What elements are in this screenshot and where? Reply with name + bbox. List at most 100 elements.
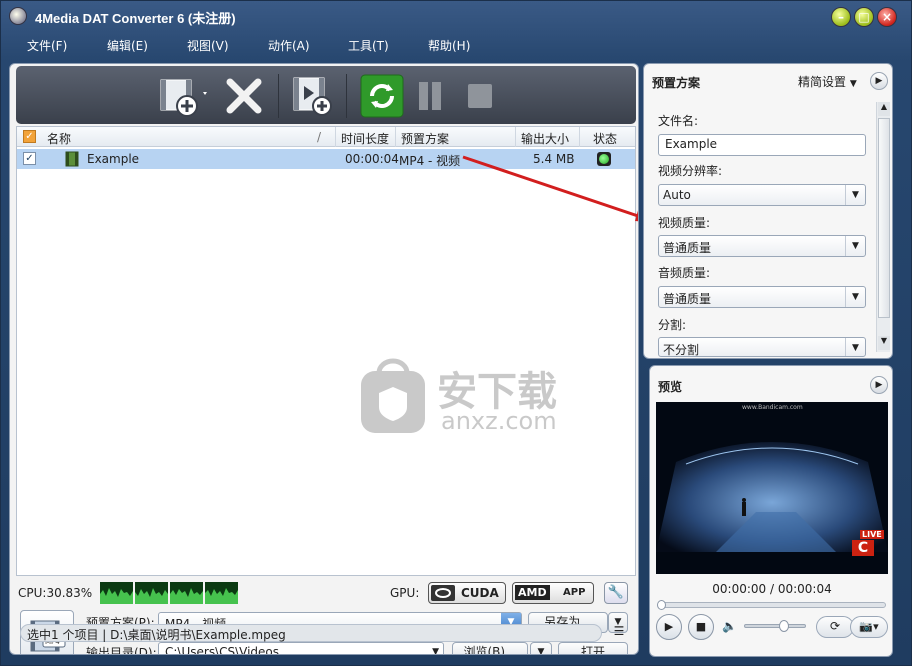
cuda-label: CUDA — [461, 586, 499, 600]
video-quality-label: 视频质量: — [658, 216, 711, 230]
row-duration: 00:00:04 — [345, 152, 399, 166]
volume-thumb[interactable] — [779, 620, 789, 632]
nvidia-icon — [431, 585, 455, 601]
menu-bar: 文件(F) 编辑(E) 视图(V) 动作(A) 工具(T) 帮助(H) — [1, 33, 911, 57]
convert-button[interactable] — [358, 73, 406, 119]
cuda-button[interactable]: CUDA — [428, 582, 506, 604]
pause-icon — [419, 82, 441, 110]
file-name-input[interactable]: Example — [658, 134, 866, 156]
rotate-icon: ⟳ — [829, 619, 841, 633]
settings-wrench-icon[interactable]: 🔧 — [604, 582, 628, 604]
column-divider — [335, 127, 336, 147]
menu-tools[interactable]: 工具(T) — [348, 37, 389, 54]
row-name: Example — [87, 152, 140, 166]
camera-button[interactable]: 📷▾ — [850, 616, 888, 638]
preview-time: 00:00:00 / 00:00:04 — [712, 582, 832, 596]
app-window: 4Media DAT Converter 6 (未注册) – □ × 文件(F)… — [0, 0, 912, 666]
chevron-down-icon: ▼ — [845, 236, 865, 256]
header-sort-separator: / — [317, 130, 322, 144]
resolution-dropdown[interactable]: Auto ▼ — [658, 184, 866, 206]
play-icon: ▶ — [664, 620, 674, 633]
video-quality-dropdown[interactable]: 普通质量 ▼ — [658, 235, 866, 257]
menu-help[interactable]: 帮助(H) — [428, 37, 470, 54]
live-label: LIVE — [860, 530, 884, 539]
add-video-button[interactable] — [156, 73, 214, 119]
play-button[interactable]: ▶ — [656, 614, 682, 640]
menu-edit[interactable]: 编辑(E) — [107, 37, 148, 54]
header-name[interactable]: 名称 — [47, 130, 71, 147]
live-badge: LIVE C — [852, 528, 886, 558]
header-status[interactable]: 状态 — [593, 130, 617, 147]
maximize-button[interactable]: □ — [854, 7, 874, 27]
amd-label: AMD — [515, 585, 550, 600]
audio-quality-dropdown[interactable]: 普通质量 ▼ — [658, 286, 866, 308]
close-button[interactable]: × — [877, 7, 897, 27]
preview-title: 预览 — [658, 380, 683, 394]
audio-quality-label: 音频质量: — [658, 266, 711, 280]
log-list-icon[interactable]: ☰ — [610, 624, 628, 642]
channel-logo-icon: C — [852, 540, 874, 556]
main-panel: ✓ 名称 / 时间长度 预置方案 输出大小 状态 ✓ Example 00:00… — [9, 63, 639, 655]
settings-mode-dropdown[interactable]: 精简设置 ▼ — [798, 73, 857, 90]
header-duration[interactable]: 时间长度 — [341, 130, 389, 147]
add-video-icon — [160, 79, 207, 117]
minimize-button[interactable]: – — [831, 7, 851, 27]
audio-quality-value: 普通质量 — [663, 292, 712, 306]
pause-button[interactable] — [406, 73, 454, 119]
performance-bar: CPU:30.83% GPU: CUDA AMD APP 🔧 — [16, 580, 636, 608]
browse-button[interactable]: 浏览(B)... — [452, 642, 528, 655]
volume-slider[interactable] — [744, 620, 806, 632]
resolution-label: 视频分辨率: — [658, 164, 723, 178]
expand-arrow-icon[interactable]: ▶ — [870, 72, 888, 90]
toolbar-separator — [346, 74, 347, 118]
video-file-icon — [65, 151, 79, 167]
chevron-down-icon: ▼ — [845, 287, 865, 307]
video-preview: www.Bandicam.com LIVE C — [656, 402, 888, 574]
menu-action[interactable]: 动作(A) — [268, 37, 310, 54]
remove-button[interactable] — [220, 73, 268, 119]
list-header: ✓ 名称 / 时间长度 预置方案 输出大小 状态 — [17, 127, 635, 147]
chevron-down-icon: ▼ — [845, 185, 865, 205]
settings-scrollbar[interactable]: ▲ ▼ — [876, 102, 890, 352]
volume-icon[interactable]: 🔈 — [722, 619, 737, 633]
row-checkbox[interactable]: ✓ — [23, 152, 36, 165]
toolbar-separator — [278, 74, 279, 118]
settings-mode-label: 精简设置 — [798, 75, 847, 89]
scroll-down-icon[interactable]: ▼ — [878, 336, 890, 350]
menu-file[interactable]: 文件(F) — [27, 37, 67, 54]
select-all-checkbox[interactable]: ✓ — [23, 130, 36, 143]
status-bar-text: 选中1 个项目 | D:\桌面\说明书\Example.mpeg — [27, 628, 286, 642]
chevron-down-icon: ▼ — [432, 647, 439, 655]
split-dropdown[interactable]: 不分割 ▼ — [658, 337, 866, 357]
seek-thumb[interactable] — [657, 600, 666, 610]
stop-preview-button[interactable]: ■ — [688, 614, 714, 640]
header-size[interactable]: 输出大小 — [521, 130, 569, 147]
browse-label: 浏览(B)... — [463, 645, 517, 655]
file-name-label: 文件名: — [658, 114, 699, 128]
snapshot-mode-button[interactable]: ⟳ — [816, 616, 854, 638]
output-directory-value: C:\Users\CS\Videos — [165, 645, 280, 655]
amd-app-button[interactable]: AMD APP — [512, 582, 594, 604]
output-directory-field[interactable]: C:\Users\CS\Videos ▼ — [158, 642, 444, 655]
toolbar — [16, 66, 636, 124]
watermark-sub: anxz.com — [441, 407, 557, 435]
file-name-value: Example — [665, 137, 718, 151]
stop-button[interactable] — [456, 73, 504, 119]
expand-arrow-icon[interactable]: ▶ — [870, 376, 888, 394]
row-profile: MP4 - 视频 — [399, 154, 461, 168]
chevron-down-icon: ▼ — [849, 79, 857, 89]
seek-bar[interactable] — [657, 600, 886, 610]
output-label: 输出目录(D): — [86, 646, 157, 655]
status-bar: 选中1 个项目 | D:\桌面\说明书\Example.mpeg — [20, 624, 602, 642]
menu-view[interactable]: 视图(V) — [187, 37, 229, 54]
scroll-thumb[interactable] — [878, 118, 890, 318]
watermark-bag-icon — [361, 358, 425, 433]
header-profile[interactable]: 预置方案 — [401, 130, 449, 147]
split-label: 分割: — [658, 318, 687, 332]
resolution-value: Auto — [663, 188, 691, 202]
column-divider — [395, 127, 396, 147]
scroll-up-icon[interactable]: ▲ — [878, 102, 890, 116]
browse-dropdown[interactable]: ▼ — [530, 642, 552, 654]
open-button[interactable]: 打开 — [558, 642, 628, 654]
add-segment-button[interactable] — [288, 73, 336, 119]
